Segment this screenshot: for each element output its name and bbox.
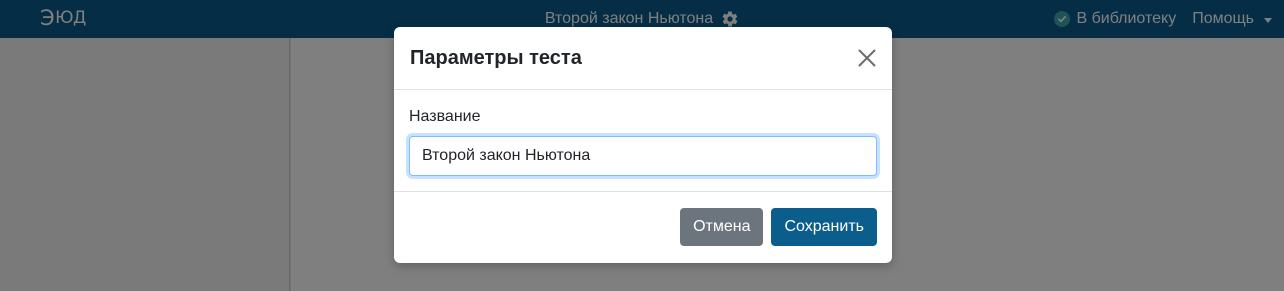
dialog-body: Название	[394, 90, 892, 192]
test-settings-dialog: Параметры теста Название Отмена Сохранит…	[394, 27, 892, 263]
save-button[interactable]: Сохранить	[771, 208, 877, 246]
dialog-header: Параметры теста	[394, 27, 892, 90]
dialog-footer: Отмена Сохранить	[394, 192, 892, 262]
dialog-title: Параметры теста	[410, 46, 582, 69]
cancel-button[interactable]: Отмена	[680, 208, 764, 246]
name-input[interactable]	[409, 136, 877, 176]
name-field-label: Название	[409, 108, 481, 125]
close-icon[interactable]	[856, 47, 878, 69]
